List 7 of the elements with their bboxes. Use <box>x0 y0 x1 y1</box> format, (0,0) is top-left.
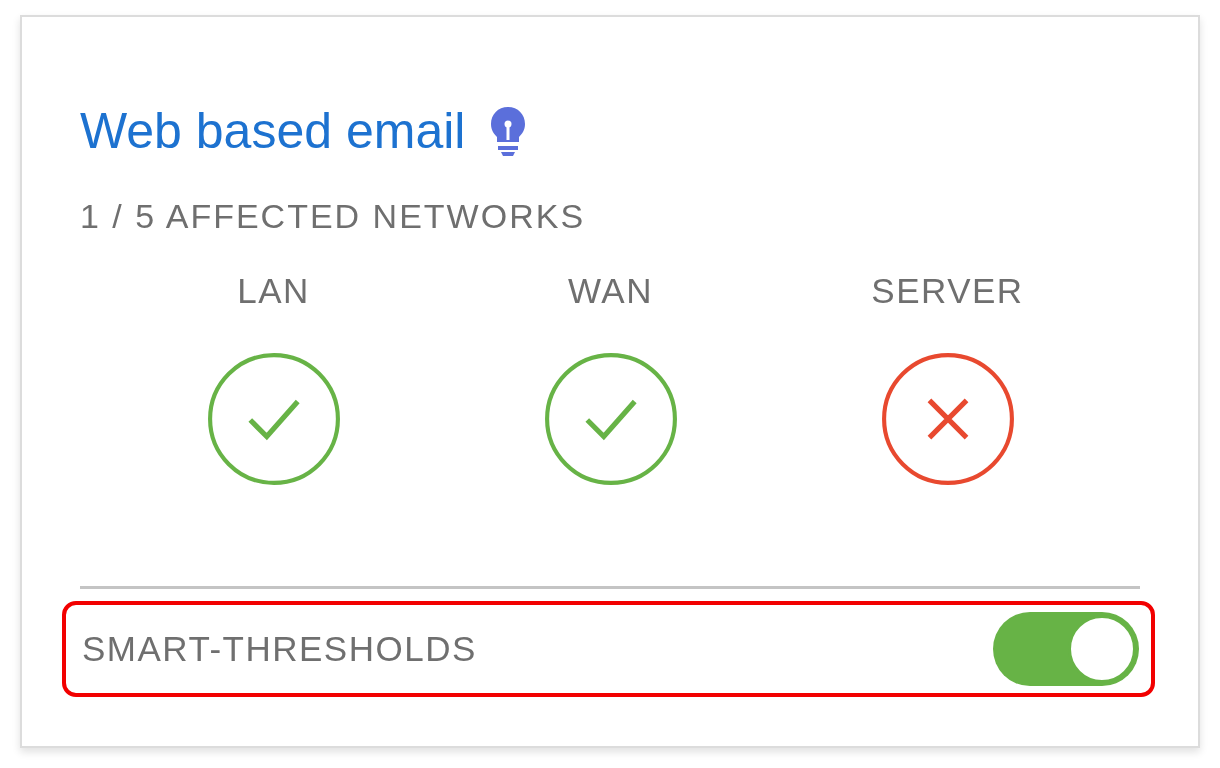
network-label: LAN <box>237 273 310 308</box>
network-label: SERVER <box>871 273 1024 308</box>
setting-label: SMART-THRESHOLDS <box>82 627 477 670</box>
network-label: WAN <box>568 273 653 308</box>
affected-networks-count: 1 / 5 AFFECTED NETWORKS <box>80 199 587 233</box>
lightbulb-icon <box>489 105 528 157</box>
card-title: Web based email <box>80 106 466 156</box>
